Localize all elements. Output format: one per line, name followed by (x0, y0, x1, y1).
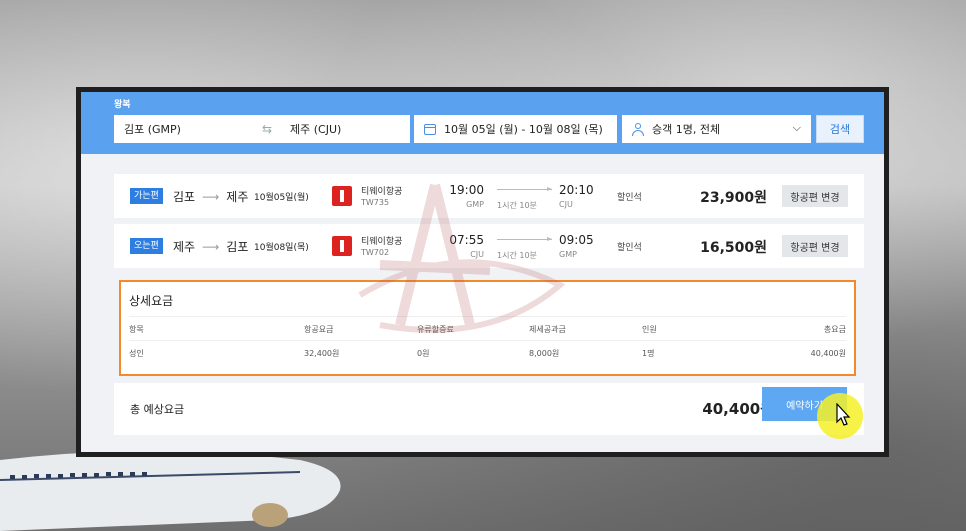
user-icon (632, 122, 644, 136)
total-label: 총 예상요금 (130, 403, 185, 416)
airline-name: 티웨이항공 (361, 187, 403, 197)
direction-badge: 가는편 (130, 188, 163, 204)
column-header: 유류할증료 (417, 325, 454, 334)
route-from: 김포 (173, 190, 196, 204)
destination-input[interactable]: 제주 (CJU) (282, 121, 341, 137)
column-header: 제세공과금 (529, 325, 566, 334)
date-field[interactable]: 10월 05일 (월) - 10월 08일 (목) (414, 115, 617, 143)
column-header: 인원 (642, 325, 657, 334)
fare-class: 할인석 (617, 193, 642, 203)
duration-arrow-icon (497, 187, 552, 191)
change-flight-button[interactable]: 항공편 변경 (782, 185, 848, 207)
total-bar: 총 예상요금 40,400원 예약하기 (114, 383, 864, 435)
passenger-field[interactable]: 승객 1명, 전체 ⌵ (622, 115, 811, 143)
table-header-row: 항목 항공요금 유류할증료 제세공과금 인원 총요금 (129, 316, 846, 340)
fare-detail-section: 상세요금 항목 항공요금 유류할증료 제세공과금 인원 총요금 성인 32,40… (119, 280, 856, 376)
flight-duration: 1시간 10분 (497, 201, 537, 210)
arrival-airport: CJU (559, 200, 573, 209)
search-bar: 왕복 김포 (GMP) ⇆ 제주 (CJU) 10월 05일 (월) - 10월… (81, 92, 884, 154)
arrow-right-icon: ⟶ (202, 239, 220, 254)
fare-detail-title: 상세요금 (129, 294, 174, 308)
departure-airport: CJU (470, 250, 484, 259)
total-amount: 40,400원 (702, 400, 774, 418)
column-header: 총요금 (823, 325, 846, 334)
arrow-right-icon: ⟶ (202, 189, 220, 204)
direction-badge: 오는편 (130, 238, 163, 254)
flight-date: 10월05일(월) (254, 193, 309, 203)
flight-row-outbound: 가는편 김포 ⟶ 제주 10월05일(월) 티웨이항공 TW735 19:00 … (114, 174, 864, 218)
booking-panel: 왕복 김포 (GMP) ⇆ 제주 (CJU) 10월 05일 (월) - 10월… (81, 92, 884, 452)
booking-frame: 왕복 김포 (GMP) ⇆ 제주 (CJU) 10월 05일 (월) - 10월… (76, 87, 889, 457)
column-header: 항목 (129, 325, 144, 334)
route-field[interactable]: 김포 (GMP) ⇆ 제주 (CJU) (114, 115, 410, 143)
route-from: 제주 (173, 240, 196, 254)
route-to: 김포 (226, 240, 249, 254)
airline-logo-icon (332, 236, 352, 256)
chevron-down-icon[interactable]: ⌵ (793, 121, 801, 135)
airline-logo-icon (332, 186, 352, 206)
flight-price: 23,900원 (700, 190, 767, 206)
table-row: 성인 32,400원 0원 8,000원 1명 40,400원 (129, 340, 846, 364)
flight-row-return: 오는편 제주 ⟶ 김포 10월08일(목) 티웨이항공 TW702 07:55 … (114, 224, 864, 268)
flight-date: 10월08일(목) (254, 243, 309, 253)
flight-number: TW735 (361, 198, 390, 207)
calendar-icon (424, 123, 436, 135)
date-range-text: 10월 05일 (월) - 10월 08일 (목) (444, 123, 603, 136)
table-cell: 1명 (642, 349, 655, 358)
flight-route: 제주 ⟶ 김포 (173, 238, 248, 255)
arrival-airport: GMP (559, 250, 577, 259)
table-cell: 8,000원 (529, 349, 560, 358)
swap-icon[interactable]: ⇆ (252, 122, 282, 136)
airline-name: 티웨이항공 (361, 237, 403, 247)
duration-arrow-icon (497, 237, 552, 241)
table-cell: 0원 (417, 349, 430, 358)
table-cell: 성인 (129, 349, 144, 358)
flight-price: 16,500원 (700, 240, 767, 256)
arrival-time: 09:05 (559, 233, 594, 247)
flight-route: 김포 ⟶ 제주 (173, 188, 248, 205)
flight-duration: 1시간 10분 (497, 251, 537, 260)
departure-airport: GMP (466, 200, 484, 209)
flight-number: TW702 (361, 248, 390, 257)
fare-class: 할인석 (617, 243, 642, 253)
origin-input[interactable]: 김포 (GMP) (114, 121, 252, 137)
column-header: 항공요금 (304, 325, 334, 334)
table-cell: 32,400원 (304, 349, 340, 358)
mouse-cursor-icon (836, 403, 851, 426)
fare-detail-table: 항목 항공요금 유류할증료 제세공과금 인원 총요금 성인 32,400원 0원… (129, 316, 846, 364)
table-cell: 40,400원 (810, 349, 846, 358)
route-to: 제주 (226, 190, 249, 204)
arrival-time: 20:10 (559, 183, 594, 197)
trip-type-label: 왕복 (114, 100, 131, 110)
departure-time: 07:55 (449, 233, 484, 247)
change-flight-button[interactable]: 항공편 변경 (782, 235, 848, 257)
passenger-text: 승객 1명, 전체 (652, 123, 721, 136)
departure-time: 19:00 (449, 183, 484, 197)
search-button[interactable]: 검색 (816, 115, 864, 143)
